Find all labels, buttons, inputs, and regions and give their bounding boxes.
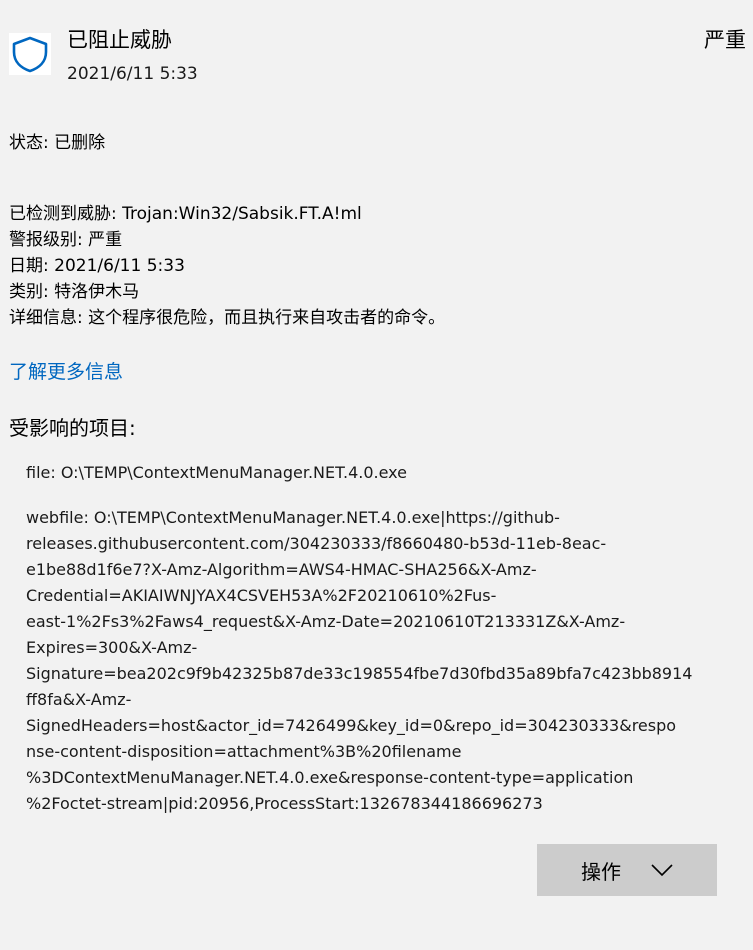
detail-value: 2021/6/11 5:33 — [54, 256, 185, 276]
threat-details: 已检测到威胁: Trojan:Win32/Sabsik.FT.A!ml 警报级别… — [9, 201, 445, 331]
status-value: 已删除 — [54, 133, 106, 153]
severity-label: 严重 — [704, 28, 746, 52]
shield-icon — [9, 33, 51, 75]
chevron-down-icon — [651, 864, 673, 877]
detail-label: 类别: — [9, 282, 49, 302]
detail-value: Trojan:Win32/Sabsik.FT.A!ml — [122, 204, 362, 224]
webfile-line: east-1%2Fs3%2Faws4_request&X-Amz-Date=20… — [26, 612, 626, 631]
affected-file-entry: file: O:\TEMP\ContextMenuManager.NET.4.0… — [26, 463, 407, 482]
threat-date: 2021/6/11 5:33 — [67, 64, 198, 84]
webfile-line: Expires=300&X-Amz- — [26, 638, 198, 657]
detail-row-category: 类别: 特洛伊木马 — [9, 279, 445, 305]
detail-value: 严重 — [88, 230, 123, 250]
detail-label: 已检测到威胁: — [9, 204, 117, 224]
affected-webfile-entry: webfile: O:\TEMP\ContextMenuManager.NET.… — [26, 505, 731, 817]
detail-row-alert-level: 警报级别: 严重 — [9, 227, 445, 253]
webfile-line: webfile: O:\TEMP\ContextMenuManager.NET.… — [26, 508, 560, 527]
threat-title: 已阻止威胁 — [67, 28, 172, 52]
detail-label: 日期: — [9, 256, 49, 276]
actions-button[interactable]: 操作 — [537, 844, 717, 896]
webfile-line: %2Foctet-stream|pid:20956,ProcessStart:1… — [26, 794, 543, 813]
webfile-line: Signature=bea202c9f9b42325b87de33c198554… — [26, 664, 693, 683]
learn-more-link[interactable]: 了解更多信息 — [9, 358, 123, 386]
webfile-line: Credential=AKIAIWNJYAX4CSVEH53A%2F202106… — [26, 586, 497, 605]
webfile-line: ff8fa&X-Amz- — [26, 690, 132, 709]
actions-button-label: 操作 — [581, 859, 621, 884]
webfile-line: e1be88d1f6e7?X-Amz-Algorithm=AWS4-HMAC-S… — [26, 560, 537, 579]
detail-label: 警报级别: — [9, 230, 83, 250]
webfile-line: SignedHeaders=host&actor_id=7426499&key_… — [26, 716, 677, 735]
status-line: 状态: 已删除 — [9, 131, 105, 155]
detail-value: 这个程序很危险，而且执行来自攻击者的命令。 — [88, 308, 446, 328]
detail-row-description: 详细信息: 这个程序很危险，而且执行来自攻击者的命令。 — [9, 305, 445, 331]
webfile-line: nse-content-disposition=attachment%3B%20… — [26, 742, 462, 761]
threat-header: 已阻止威胁 2021/6/11 5:33 严重 — [0, 0, 753, 100]
affected-items-heading: 受影响的项目: — [9, 416, 136, 440]
webfile-line: %3DContextMenuManager.NET.4.0.exe&respon… — [26, 768, 634, 787]
detail-value: 特洛伊木马 — [54, 282, 140, 302]
detail-row-threat: 已检测到威胁: Trojan:Win32/Sabsik.FT.A!ml — [9, 201, 445, 227]
webfile-line: releases.githubusercontent.com/304230333… — [26, 534, 607, 553]
detail-label: 详细信息: — [9, 308, 83, 328]
detail-row-date: 日期: 2021/6/11 5:33 — [9, 253, 445, 279]
status-label: 状态: — [9, 133, 49, 153]
